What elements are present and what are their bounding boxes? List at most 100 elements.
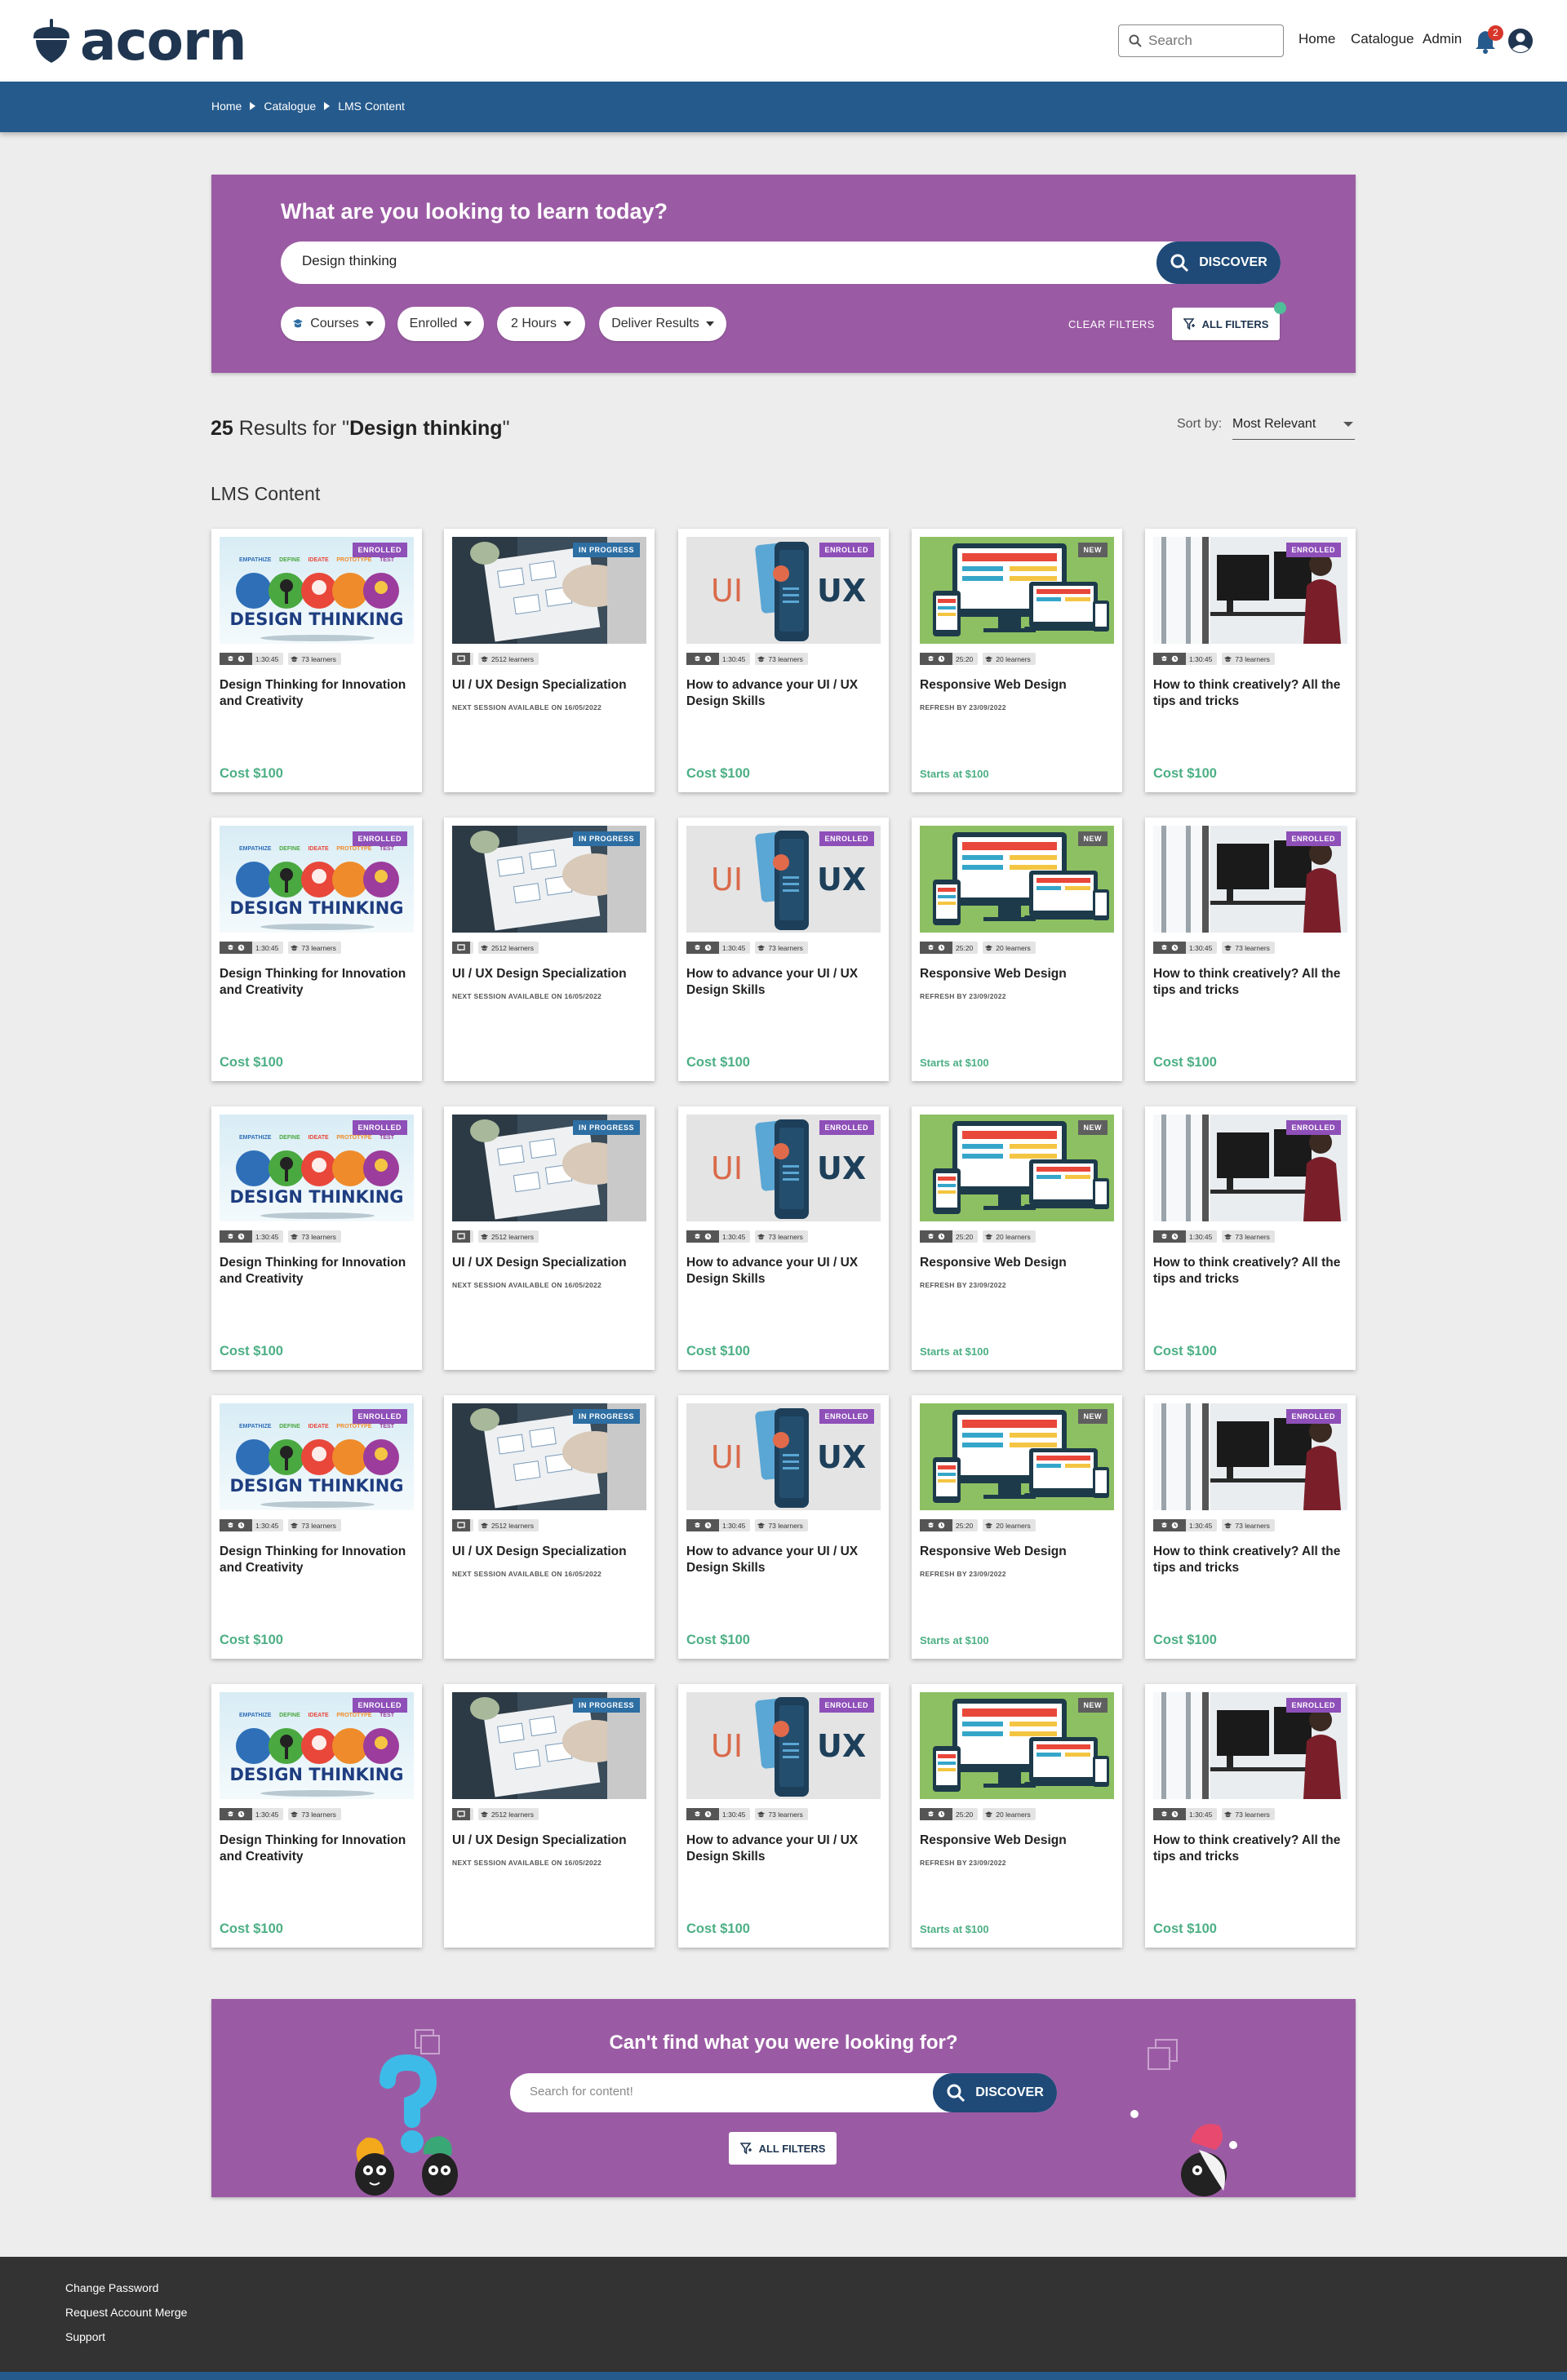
course-title[interactable]: Design Thinking for Innovation and Creat…: [220, 677, 414, 710]
course-card[interactable]: ENROLLED 1:30:45 73 learners How to thin…: [1145, 529, 1356, 792]
course-title[interactable]: Responsive Web Design: [920, 1833, 1114, 1849]
course-title[interactable]: Responsive Web Design: [920, 966, 1114, 982]
course-title[interactable]: How to think creatively? All the tips an…: [1153, 1255, 1347, 1288]
banner-search[interactable]: DISCOVER: [510, 2073, 1057, 2112]
banner-search-input[interactable]: [530, 2085, 913, 2099]
course-thumbnail[interactable]: UI UX ENROLLED: [686, 1692, 881, 1799]
course-card[interactable]: UI UX ENROLLED 1:30:45 73 learners How t…: [678, 1684, 889, 1948]
course-thumbnail[interactable]: UI UX ENROLLED: [686, 537, 881, 644]
course-thumbnail[interactable]: ENROLLED: [1153, 1403, 1347, 1510]
course-thumbnail[interactable]: IN PROGRESS: [452, 1403, 646, 1510]
course-card[interactable]: IN PROGRESS 2512 learners UI / UX Design…: [444, 818, 655, 1081]
course-title[interactable]: How to think creatively? All the tips an…: [1153, 677, 1347, 710]
filter-duration[interactable]: 2 Hours: [497, 307, 585, 341]
course-title[interactable]: UI / UX Design Specialization: [452, 1544, 646, 1560]
nav-admin[interactable]: Admin: [1423, 31, 1462, 47]
course-title[interactable]: How to advance your UI / UX Design Skill…: [686, 1833, 881, 1865]
course-card[interactable]: ENROLLED 1:30:45 73 learners How to thin…: [1145, 1395, 1356, 1659]
course-card[interactable]: NEW 25:20 20 learners Responsive Web Des…: [912, 818, 1122, 1081]
course-card[interactable]: NEW 25:20 20 learners Responsive Web Des…: [912, 529, 1122, 792]
course-card[interactable]: ENROLLED 1:30:45 73 learners How to thin…: [1145, 818, 1356, 1081]
course-thumbnail[interactable]: NEW: [920, 1403, 1114, 1510]
header-search-input[interactable]: [1148, 33, 1271, 49]
course-card[interactable]: UI UX ENROLLED 1:30:45 73 learners How t…: [678, 818, 889, 1081]
course-thumbnail[interactable]: UI UX ENROLLED: [686, 1115, 881, 1221]
course-title[interactable]: How to advance your UI / UX Design Skill…: [686, 966, 881, 999]
course-thumbnail[interactable]: IN PROGRESS: [452, 1115, 646, 1221]
course-thumbnail[interactable]: EMPATHIZE DEFINE IDEATE PROTOTYPE TEST DESIG…: [220, 1403, 414, 1510]
hero-search-input[interactable]: [302, 253, 1159, 269]
nav-home[interactable]: Home: [1298, 31, 1335, 47]
footer-change-password[interactable]: Change Password: [65, 2281, 158, 2294]
course-card[interactable]: NEW 25:20 20 learners Responsive Web Des…: [912, 1395, 1122, 1659]
course-card[interactable]: IN PROGRESS 2512 learners UI / UX Design…: [444, 529, 655, 792]
course-thumbnail[interactable]: EMPATHIZE DEFINE IDEATE PROTOTYPE TEST DESIG…: [220, 826, 414, 933]
logo[interactable]: acorn: [31, 15, 247, 69]
course-thumbnail[interactable]: NEW: [920, 1115, 1114, 1221]
course-card[interactable]: EMPATHIZE DEFINE IDEATE PROTOTYPE TEST DESIG…: [211, 1684, 422, 1948]
user-account-icon[interactable]: [1507, 28, 1534, 54]
course-thumbnail[interactable]: EMPATHIZE DEFINE IDEATE PROTOTYPE TEST DESIG…: [220, 1115, 414, 1221]
course-card[interactable]: IN PROGRESS 2512 learners UI / UX Design…: [444, 1684, 655, 1948]
course-thumbnail[interactable]: UI UX ENROLLED: [686, 1403, 881, 1510]
course-thumbnail[interactable]: ENROLLED: [1153, 1692, 1347, 1799]
filter-deliver-results[interactable]: Deliver Results: [599, 307, 726, 341]
course-title[interactable]: Design Thinking for Innovation and Creat…: [220, 1544, 414, 1576]
course-title[interactable]: UI / UX Design Specialization: [452, 677, 646, 694]
course-title[interactable]: How to think creatively? All the tips an…: [1153, 1833, 1347, 1865]
course-card[interactable]: ENROLLED 1:30:45 73 learners How to thin…: [1145, 1106, 1356, 1370]
course-card[interactable]: EMPATHIZE DEFINE IDEATE PROTOTYPE TEST DESIG…: [211, 818, 422, 1081]
sort-select[interactable]: Most Relevant: [1232, 410, 1355, 440]
all-filters-button[interactable]: ALL FILTERS: [1172, 308, 1280, 340]
course-title[interactable]: Responsive Web Design: [920, 1544, 1114, 1560]
course-thumbnail[interactable]: ENROLLED: [1153, 537, 1347, 644]
course-title[interactable]: UI / UX Design Specialization: [452, 1255, 646, 1271]
course-title[interactable]: How to think creatively? All the tips an…: [1153, 966, 1347, 999]
course-title[interactable]: Design Thinking for Innovation and Creat…: [220, 966, 414, 999]
hero-search[interactable]: DISCOVER: [281, 242, 1281, 284]
course-card[interactable]: IN PROGRESS 2512 learners UI / UX Design…: [444, 1395, 655, 1659]
course-card[interactable]: IN PROGRESS 2512 learners UI / UX Design…: [444, 1106, 655, 1370]
course-card[interactable]: ENROLLED 1:30:45 73 learners How to thin…: [1145, 1684, 1356, 1948]
course-card[interactable]: EMPATHIZE DEFINE IDEATE PROTOTYPE TEST DESIG…: [211, 1106, 422, 1370]
course-title[interactable]: How to advance your UI / UX Design Skill…: [686, 677, 881, 710]
nav-catalogue[interactable]: Catalogue: [1351, 31, 1414, 47]
course-thumbnail[interactable]: EMPATHIZE DEFINE IDEATE PROTOTYPE TEST DESIG…: [220, 1692, 414, 1799]
course-title[interactable]: Responsive Web Design: [920, 677, 1114, 694]
banner-discover-button[interactable]: DISCOVER: [933, 2073, 1057, 2112]
course-card[interactable]: NEW 25:20 20 learners Responsive Web Des…: [912, 1106, 1122, 1370]
course-card[interactable]: UI UX ENROLLED 1:30:45 73 learners How t…: [678, 1106, 889, 1370]
course-title[interactable]: How to advance your UI / UX Design Skill…: [686, 1255, 881, 1288]
filter-enrolled[interactable]: Enrolled: [397, 307, 484, 341]
course-title[interactable]: Design Thinking for Innovation and Creat…: [220, 1255, 414, 1288]
course-thumbnail[interactable]: ENROLLED: [1153, 1115, 1347, 1221]
course-card[interactable]: UI UX ENROLLED 1:30:45 73 learners How t…: [678, 529, 889, 792]
course-title[interactable]: UI / UX Design Specialization: [452, 1833, 646, 1849]
course-thumbnail[interactable]: NEW: [920, 537, 1114, 644]
course-card[interactable]: EMPATHIZE DEFINE IDEATE PROTOTYPE TEST DESIG…: [211, 529, 422, 792]
course-thumbnail[interactable]: IN PROGRESS: [452, 826, 646, 933]
course-title[interactable]: How to advance your UI / UX Design Skill…: [686, 1544, 881, 1576]
course-thumbnail[interactable]: NEW: [920, 826, 1114, 933]
discover-button[interactable]: DISCOVER: [1156, 242, 1281, 284]
course-card[interactable]: UI UX ENROLLED 1:30:45 73 learners How t…: [678, 1395, 889, 1659]
course-thumbnail[interactable]: EMPATHIZE DEFINE IDEATE PROTOTYPE TEST DESIG…: [220, 537, 414, 644]
course-card[interactable]: NEW 25:20 20 learners Responsive Web Des…: [912, 1684, 1122, 1948]
course-thumbnail[interactable]: NEW: [920, 1692, 1114, 1799]
course-thumbnail[interactable]: UI UX ENROLLED: [686, 826, 881, 933]
header-search[interactable]: [1118, 24, 1284, 57]
breadcrumb-home[interactable]: Home: [211, 100, 242, 113]
course-title[interactable]: How to think creatively? All the tips an…: [1153, 1544, 1347, 1576]
footer-request-account-merge[interactable]: Request Account Merge: [65, 2306, 187, 2319]
clear-filters-link[interactable]: CLEAR FILTERS: [1068, 318, 1155, 330]
course-thumbnail[interactable]: IN PROGRESS: [452, 537, 646, 644]
course-card[interactable]: EMPATHIZE DEFINE IDEATE PROTOTYPE TEST DESIG…: [211, 1395, 422, 1659]
footer-support[interactable]: Support: [65, 2330, 105, 2343]
breadcrumb-catalogue[interactable]: Catalogue: [264, 100, 316, 113]
banner-all-filters-button[interactable]: ALL FILTERS: [729, 2132, 837, 2165]
course-title[interactable]: UI / UX Design Specialization: [452, 966, 646, 982]
course-thumbnail[interactable]: IN PROGRESS: [452, 1692, 646, 1799]
course-title[interactable]: Design Thinking for Innovation and Creat…: [220, 1833, 414, 1865]
filter-courses[interactable]: Courses: [281, 307, 385, 341]
course-thumbnail[interactable]: ENROLLED: [1153, 826, 1347, 933]
